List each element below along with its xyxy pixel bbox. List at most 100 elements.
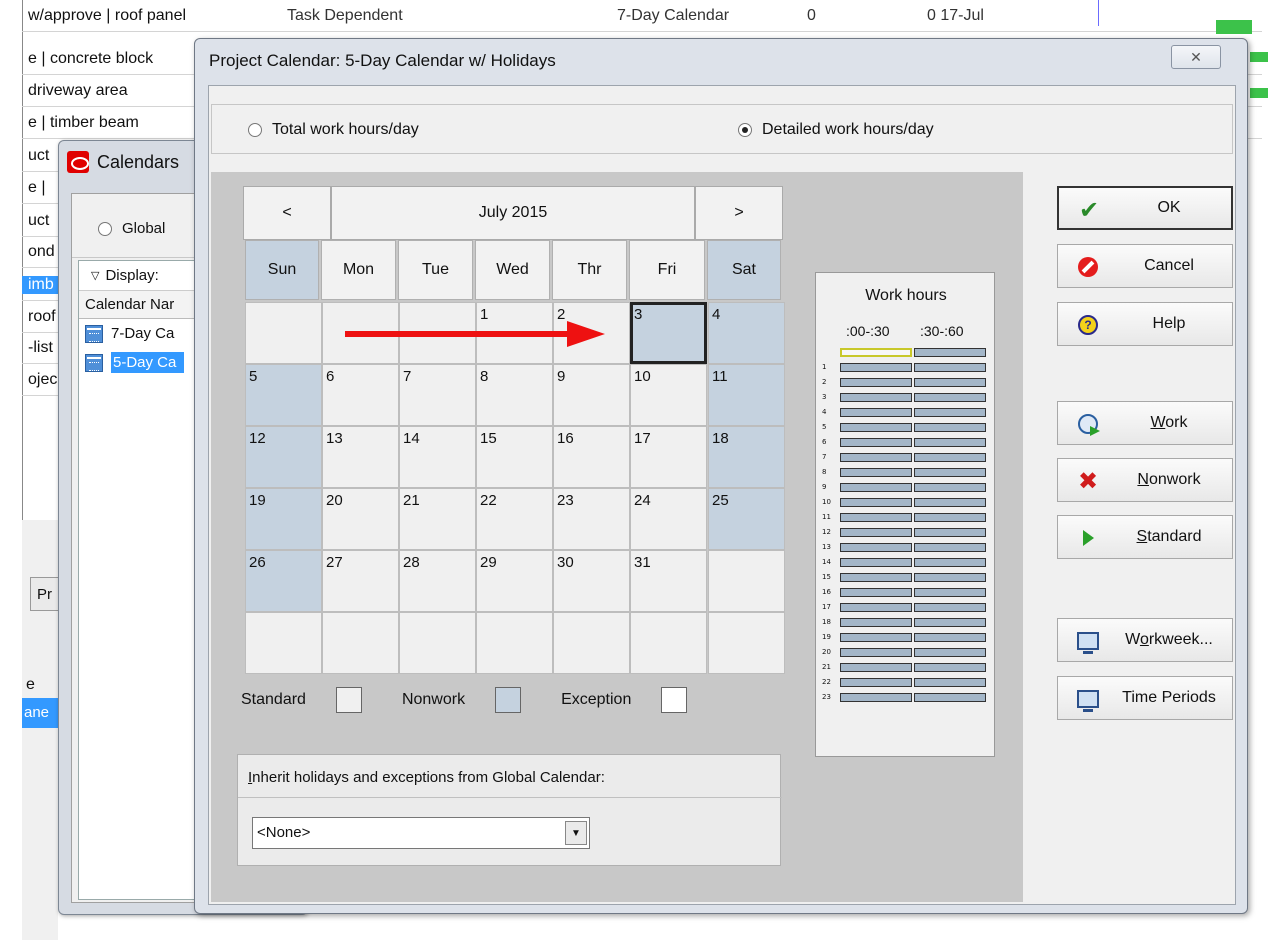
calendar-day-cell[interactable]: 14 xyxy=(399,426,476,488)
calendar-day-cell[interactable]: 17 xyxy=(630,426,707,488)
half-hour-slot[interactable] xyxy=(840,467,912,477)
work-hour-row[interactable]: 11 xyxy=(822,512,994,522)
half-hour-slot[interactable] xyxy=(914,572,986,582)
work-hour-row[interactable]: 5 xyxy=(822,422,994,432)
work-hour-row[interactable]: 16 xyxy=(822,587,994,597)
calendar-day-cell[interactable]: 16 xyxy=(553,426,630,488)
total-work-hours-option[interactable]: Total work hours/day xyxy=(248,105,419,155)
half-hour-slot[interactable] xyxy=(914,527,986,537)
ok-button[interactable]: ✔ OK xyxy=(1057,186,1233,230)
half-hour-slot[interactable] xyxy=(840,527,912,537)
calendar-day-cell[interactable]: 21 xyxy=(399,488,476,550)
work-hour-row[interactable]: 13 xyxy=(822,542,994,552)
half-hour-slot[interactable] xyxy=(914,677,986,687)
half-hour-slot[interactable] xyxy=(914,557,986,567)
half-hour-slot[interactable] xyxy=(914,602,986,612)
calendar-day-cell[interactable]: 20 xyxy=(322,488,399,550)
calendar-day-cell[interactable] xyxy=(476,612,553,674)
task-name-cell[interactable]: uct xyxy=(22,147,62,165)
half-hour-slot[interactable] xyxy=(840,692,912,702)
work-hour-row[interactable]: 23 xyxy=(822,692,994,702)
calendar-day-cell[interactable]: 3 xyxy=(630,302,707,364)
half-hour-slot[interactable] xyxy=(840,602,912,612)
half-hour-slot[interactable] xyxy=(840,572,912,582)
half-hour-slot[interactable] xyxy=(914,392,986,402)
work-hour-row[interactable] xyxy=(822,347,994,357)
calendar-day-cell[interactable] xyxy=(630,612,707,674)
calendar-day-cell[interactable]: 13 xyxy=(322,426,399,488)
half-hour-slot[interactable] xyxy=(914,467,986,477)
next-month-button[interactable]: > xyxy=(695,186,783,240)
global-radio-button[interactable] xyxy=(98,221,112,236)
calendar-day-cell[interactable]: 25 xyxy=(708,488,785,550)
table-row[interactable]: -list xyxy=(22,332,62,364)
dropdown-arrow-icon[interactable]: ▼ xyxy=(565,821,587,845)
work-hour-row[interactable]: 18 xyxy=(822,617,994,627)
half-hour-slot[interactable] xyxy=(840,422,912,432)
calendar-day-cell[interactable]: 24 xyxy=(630,488,707,550)
calendar-day-cell[interactable]: 8 xyxy=(476,364,553,426)
calendar-day-cell[interactable]: 12 xyxy=(245,426,322,488)
table-row[interactable]: imb xyxy=(22,269,62,301)
calendar-day-cell[interactable]: 5 xyxy=(245,364,322,426)
half-hour-slot[interactable] xyxy=(840,452,912,462)
time-periods-button[interactable]: Time Periods xyxy=(1057,676,1233,720)
work-hour-row[interactable]: 21 xyxy=(822,662,994,672)
detailed-radio-button[interactable] xyxy=(738,123,752,137)
half-hour-slot[interactable] xyxy=(914,482,986,492)
half-hour-slot[interactable] xyxy=(914,437,986,447)
workweek-button[interactable]: Workweek... xyxy=(1057,618,1233,662)
calendar-day-cell[interactable]: 22 xyxy=(476,488,553,550)
calendar-day-cell[interactable]: 7 xyxy=(399,364,476,426)
half-hour-slot[interactable] xyxy=(840,362,912,372)
work-hour-row[interactable]: 20 xyxy=(822,647,994,657)
calendar-day-cell[interactable] xyxy=(245,302,322,364)
calendar-day-cell[interactable] xyxy=(245,612,322,674)
total-radio-button[interactable] xyxy=(248,123,262,137)
work-hour-row[interactable]: 9 xyxy=(822,482,994,492)
work-hour-row[interactable]: 6 xyxy=(822,437,994,447)
calendar-day-cell[interactable]: 29 xyxy=(476,550,553,612)
half-hour-slot[interactable] xyxy=(840,512,912,522)
task-name-cell[interactable]: ond xyxy=(22,243,62,261)
calendar-day-cell[interactable]: 9 xyxy=(553,364,630,426)
work-hour-row[interactable]: 17 xyxy=(822,602,994,612)
calendar-day-cell[interactable]: 18 xyxy=(708,426,785,488)
half-hour-slot[interactable] xyxy=(840,377,912,387)
table-row[interactable]: roof xyxy=(22,301,62,333)
work-hour-row[interactable]: 14 xyxy=(822,557,994,567)
half-hour-slot[interactable] xyxy=(914,632,986,642)
prev-month-button[interactable]: < xyxy=(243,186,331,240)
background-selected-cell[interactable]: ane xyxy=(22,698,58,728)
global-calendar-select[interactable]: <None> ▼ xyxy=(252,817,590,849)
half-hour-slot[interactable] xyxy=(914,497,986,507)
half-hour-slot[interactable] xyxy=(914,512,986,522)
half-hour-slot[interactable] xyxy=(840,497,912,507)
calendar-day-cell[interactable]: 31 xyxy=(630,550,707,612)
work-hour-row[interactable]: 12 xyxy=(822,527,994,537)
task-name-cell[interactable]: e | concrete block xyxy=(22,50,197,68)
half-hour-slot[interactable] xyxy=(840,347,912,357)
calendar-day-cell[interactable]: 28 xyxy=(399,550,476,612)
table-row[interactable]: e | xyxy=(22,172,62,204)
calendar-day-cell[interactable]: 6 xyxy=(322,364,399,426)
half-hour-slot[interactable] xyxy=(840,407,912,417)
work-hour-row[interactable]: 1 xyxy=(822,362,994,372)
calendar-day-cell[interactable]: 27 xyxy=(322,550,399,612)
half-hour-slot[interactable] xyxy=(840,557,912,567)
calendar-day-cell[interactable]: 4 xyxy=(708,302,785,364)
work-hour-row[interactable]: 2 xyxy=(822,377,994,387)
cancel-button[interactable]: Cancel xyxy=(1057,244,1233,288)
standard-button[interactable]: Standard xyxy=(1057,515,1233,559)
calendar-day-cell[interactable]: 19 xyxy=(245,488,322,550)
close-button[interactable]: ✕ xyxy=(1171,45,1221,69)
task-name-cell[interactable]: ojec xyxy=(22,371,62,389)
half-hour-slot[interactable] xyxy=(914,542,986,552)
task-name-cell[interactable]: imb xyxy=(22,275,62,294)
half-hour-slot[interactable] xyxy=(840,437,912,447)
half-hour-slot[interactable] xyxy=(914,692,986,702)
task-name-cell[interactable]: driveway area xyxy=(22,82,197,100)
task-name-cell[interactable]: -list xyxy=(22,339,62,357)
work-hour-row[interactable]: 3 xyxy=(822,392,994,402)
half-hour-slot[interactable] xyxy=(840,617,912,627)
